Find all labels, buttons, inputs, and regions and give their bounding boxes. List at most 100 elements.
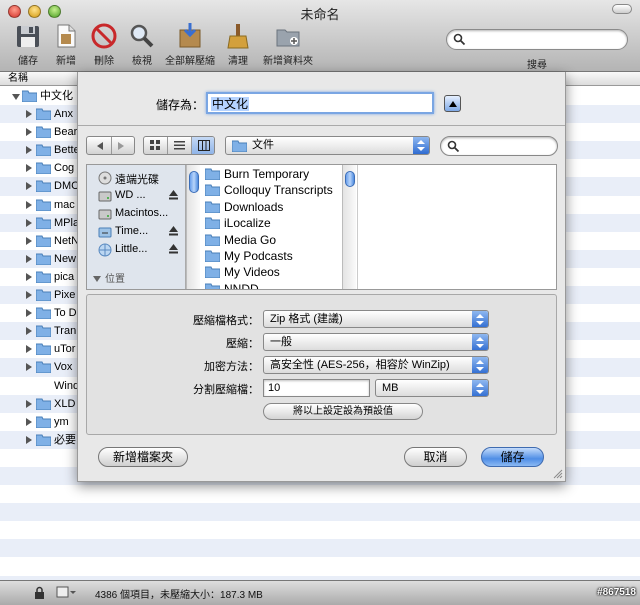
list-item-name: 必要 (54, 433, 76, 446)
disclosure-closed-icon[interactable] (26, 345, 32, 354)
delete-icon (91, 23, 117, 49)
disclosure-closed-icon[interactable] (26, 182, 32, 191)
list-item-name: DMC (54, 180, 80, 193)
encryption-popup[interactable]: 高安全性 (AES-256，相容於 WinZip) (263, 356, 489, 374)
folder-item[interactable]: My Podcasts (205, 248, 355, 264)
eject-icon[interactable] (169, 226, 178, 236)
folder-item[interactable]: Downloads (205, 199, 355, 215)
sheet-search-field[interactable] (440, 136, 558, 156)
sidebar-item-label: 遠端光碟 (115, 174, 159, 186)
toolbar-toggle-button[interactable] (612, 4, 632, 14)
sidebar-item[interactable]: WD ... (98, 187, 184, 205)
sidebar-item-label: WD ... (115, 189, 146, 201)
toolbar-view-button[interactable]: 檢視 (116, 22, 168, 67)
save-icon (17, 26, 39, 47)
toolbar-clean-button[interactable]: 清理 (212, 22, 264, 67)
popup-stepper-icon (472, 357, 488, 373)
view-icon (130, 24, 154, 48)
sidebar-item-label: Time... (115, 225, 149, 237)
back-arrow-icon[interactable] (97, 142, 103, 150)
folder-icon (36, 343, 51, 356)
location-popup[interactable]: 文件 (225, 136, 430, 155)
title-bar: 未命名 儲存 新增 刪除 檢視 全部解壓縮 清理 新增資料夾 搜尋 (0, 0, 640, 72)
folder-icon (36, 144, 51, 157)
sidebar-item-label: Macintos... (115, 207, 169, 219)
folder-icon (36, 253, 51, 265)
list-item-name: New (54, 252, 77, 265)
sidebar-item[interactable]: Little... (98, 241, 184, 259)
column-view-button[interactable] (192, 137, 214, 154)
disclosure-closed-icon[interactable] (26, 254, 32, 263)
disclosure-closed-icon[interactable] (26, 327, 32, 336)
empty-row (0, 557, 640, 575)
column-scroll-thumb[interactable] (345, 171, 355, 187)
new-folder-button[interactable]: 新增檔案夾 (98, 447, 188, 467)
folder-item[interactable]: Colloquy Transcripts (205, 182, 355, 198)
folder-item-label: iLocalize (224, 216, 271, 231)
window-title: 未命名 (300, 7, 340, 22)
sidebar-section-places[interactable]: 位置 (93, 270, 125, 285)
sidebar-item[interactable]: Macintos... (98, 205, 184, 223)
format-popup[interactable]: Zip 格式 (建議) (263, 310, 489, 328)
set-defaults-button[interactable]: 將以上設定設為預設值 (263, 403, 423, 420)
disclosure-closed-icon[interactable] (26, 218, 32, 227)
folder-item[interactable]: Burn Temporary (205, 166, 355, 182)
compression-popup[interactable]: 一般 (263, 333, 489, 351)
split-unit-popup[interactable]: MB (375, 379, 489, 397)
disclosure-closed-icon[interactable] (26, 128, 32, 137)
folder-icon (36, 289, 51, 302)
lock-icon[interactable] (34, 586, 45, 599)
list-view-button[interactable] (168, 137, 192, 154)
folder-item-label: Colloquy Transcripts (224, 183, 333, 198)
disclosure-closed-icon[interactable] (26, 164, 32, 173)
list-item-name: Bette (54, 144, 80, 157)
extract-all-icon (179, 23, 201, 48)
folder-item[interactable]: NNDD (205, 281, 355, 289)
folder-icon (205, 234, 220, 246)
encryption-label: 加密方法： (204, 361, 259, 373)
save-button[interactable]: 儲存 (481, 447, 544, 467)
disclosure-open-icon[interactable] (12, 94, 20, 100)
eject-icon[interactable] (169, 244, 178, 254)
folder-item[interactable]: My Videos (205, 264, 355, 280)
sidebar-scrollbar[interactable] (186, 165, 200, 289)
disclosure-closed-icon[interactable] (26, 399, 32, 408)
disclosure-closed-icon[interactable] (26, 110, 32, 119)
column-scrollbar[interactable] (342, 165, 356, 289)
disclosure-closed-icon[interactable] (26, 309, 32, 318)
eject-icon[interactable] (169, 190, 178, 200)
sidebar-item[interactable]: Time... (98, 223, 184, 241)
cancel-button[interactable]: 取消 (404, 447, 467, 467)
watermark: #867518 (597, 587, 636, 598)
filename-input[interactable]: 中文化 (206, 92, 434, 114)
disclosure-closed-icon[interactable] (26, 363, 32, 372)
toolbar-extract-all-button[interactable]: 全部解壓縮 (164, 22, 216, 67)
list-item-name: XLD (54, 397, 76, 410)
folder-item[interactable]: iLocalize (205, 215, 355, 231)
disclosure-closed-icon[interactable] (26, 200, 32, 209)
sidebar-scroll-thumb[interactable] (189, 171, 199, 193)
folder-item[interactable]: Media Go (205, 232, 355, 248)
sidebar-item[interactable]: 遠端光碟 (98, 169, 184, 187)
folder-icon (36, 162, 51, 175)
action-menu-icon[interactable] (56, 585, 76, 599)
nav-divider (111, 137, 112, 154)
popup-stepper-icon (472, 311, 488, 327)
list-item-name: Anx (54, 108, 73, 121)
toolbar-new-folder-button[interactable]: 新增資料夾 (262, 22, 314, 67)
disclosure-closed-icon[interactable] (26, 291, 32, 300)
toolbar-search-field[interactable] (446, 29, 628, 50)
resize-grip-icon[interactable] (552, 468, 563, 479)
folder-item-label: Burn Temporary (224, 167, 310, 181)
forward-arrow-icon[interactable] (118, 142, 124, 150)
disclosure-closed-icon[interactable] (26, 417, 32, 426)
disclosure-closed-icon[interactable] (26, 236, 32, 245)
disclosure-closed-icon[interactable] (26, 146, 32, 155)
save-sheet: 儲存為： 中文化 文件 位置 遠端光碟 WD ... Macintos... Time… (77, 72, 566, 482)
icon-view-button[interactable] (144, 137, 168, 154)
disclosure-closed-icon[interactable] (26, 435, 32, 444)
disclosure-closed-icon[interactable] (26, 272, 32, 281)
collapse-sheet-button[interactable] (444, 95, 461, 112)
search-icon (447, 140, 460, 153)
split-size-input[interactable]: 10 (263, 379, 370, 397)
